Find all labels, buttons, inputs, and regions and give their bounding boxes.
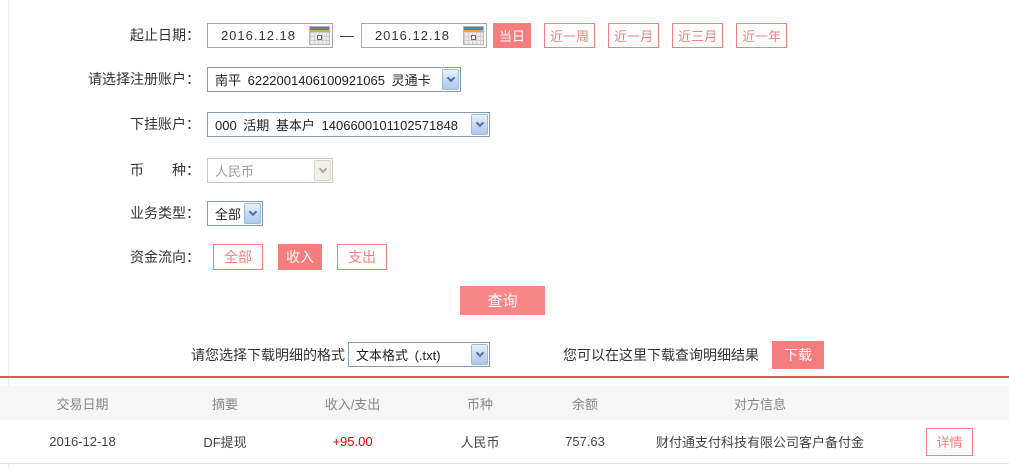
sub-account-select[interactable]: 000 活期 基本户 1406600101102571848 [207,112,490,137]
cell-currency: 人民币 [420,432,540,451]
chevron-down-icon[interactable] [442,69,459,90]
cell-counterparty: 财付通支付科技有限公司客户备付金 [630,432,890,451]
end-date-value[interactable]: 2016.12.18 [362,28,463,43]
register-account-label: 请选择注册账户： [0,69,200,89]
date-range-separator: — [340,27,354,43]
cell-amount: +95.00 [285,434,420,449]
cell-balance: 757.63 [540,434,630,449]
quick-range-3months-button[interactable]: 近三月 [672,23,723,48]
start-date-value[interactable]: 2016.12.18 [208,28,309,43]
download-format-value: 文本格式 (.txt) [349,345,470,364]
chevron-down-icon[interactable] [471,114,488,135]
download-hint: 您可以在这里下载查询明细结果 [563,345,759,365]
currency-select: 人民币 [207,158,333,183]
register-account-value: 南平 6222001406100921065 灵通卡 [208,70,441,89]
download-format-select[interactable]: 文本格式 (.txt) [348,342,490,367]
currency-value: 人民币 [208,161,313,180]
date-range-label: 起止日期： [0,25,200,45]
download-format-label: 请您选择下载明细的格式 [0,345,345,365]
cell-summary: DF提现 [165,432,285,451]
quick-range-month-button[interactable]: 近一月 [608,23,659,48]
chevron-down-icon [314,160,331,181]
business-type-select[interactable]: 全部 [207,201,263,226]
sub-account-label: 下挂账户： [0,114,200,134]
chevron-down-icon[interactable] [244,203,261,224]
calendar-icon[interactable] [309,26,330,45]
header-counterparty: 对方信息 [630,394,890,413]
header-amount: 收入/支出 [285,394,420,413]
business-type-label: 业务类型： [0,203,200,223]
chevron-down-icon[interactable] [471,344,488,365]
business-type-row: 业务类型： 全部 [0,200,263,226]
fund-flow-all-button[interactable]: 全部 [213,244,263,270]
date-range-row: 起止日期： 2016.12.18 — 2016.12.18 当日 近一周 近一月… [0,22,787,48]
currency-row: 币 种： 人民币 [0,157,333,183]
business-type-value: 全部 [208,204,243,223]
sub-account-row: 下挂账户： 000 活期 基本户 1406600101102571848 [0,111,490,137]
detail-button[interactable]: 详情 [926,428,972,456]
header-currency: 币种 [420,394,540,413]
fund-flow-expense-button[interactable]: 支出 [337,244,387,270]
quick-range-week-button[interactable]: 近一周 [544,23,595,48]
header-balance: 余额 [540,394,630,413]
cell-date: 2016-12-18 [0,434,165,449]
quick-range-today-button[interactable]: 当日 [493,23,531,48]
register-account-row: 请选择注册账户： 南平 6222001406100921065 灵通卡 [0,66,461,92]
start-date-input[interactable]: 2016.12.18 [207,23,333,48]
end-date-input[interactable]: 2016.12.18 [361,23,487,48]
table-row: 2016-12-18 DF提现 +95.00 人民币 757.63 财付通支付科… [0,420,1009,464]
fund-flow-row: 资金流向： 全部 收入 支出 [0,244,387,270]
fund-flow-label: 资金流向： [0,247,200,267]
table-header: 交易日期 摘要 收入/支出 币种 余额 对方信息 [0,386,1009,420]
sub-account-value: 000 活期 基本户 1406600101102571848 [208,115,470,134]
fund-flow-income-button[interactable]: 收入 [278,244,322,270]
currency-label: 币 种： [0,160,200,180]
download-button[interactable]: 下载 [772,341,824,369]
table-top-divider [0,376,1009,378]
quick-range-year-button[interactable]: 近一年 [736,23,787,48]
calendar-icon[interactable] [463,26,484,45]
register-account-select[interactable]: 南平 6222001406100921065 灵通卡 [207,67,461,92]
header-summary: 摘要 [165,394,285,413]
download-row: 请您选择下载明细的格式 文本格式 (.txt) 您可以在这里下载查询明细结果 下… [0,341,824,368]
header-date: 交易日期 [0,394,165,413]
query-button[interactable]: 查询 [460,286,545,315]
